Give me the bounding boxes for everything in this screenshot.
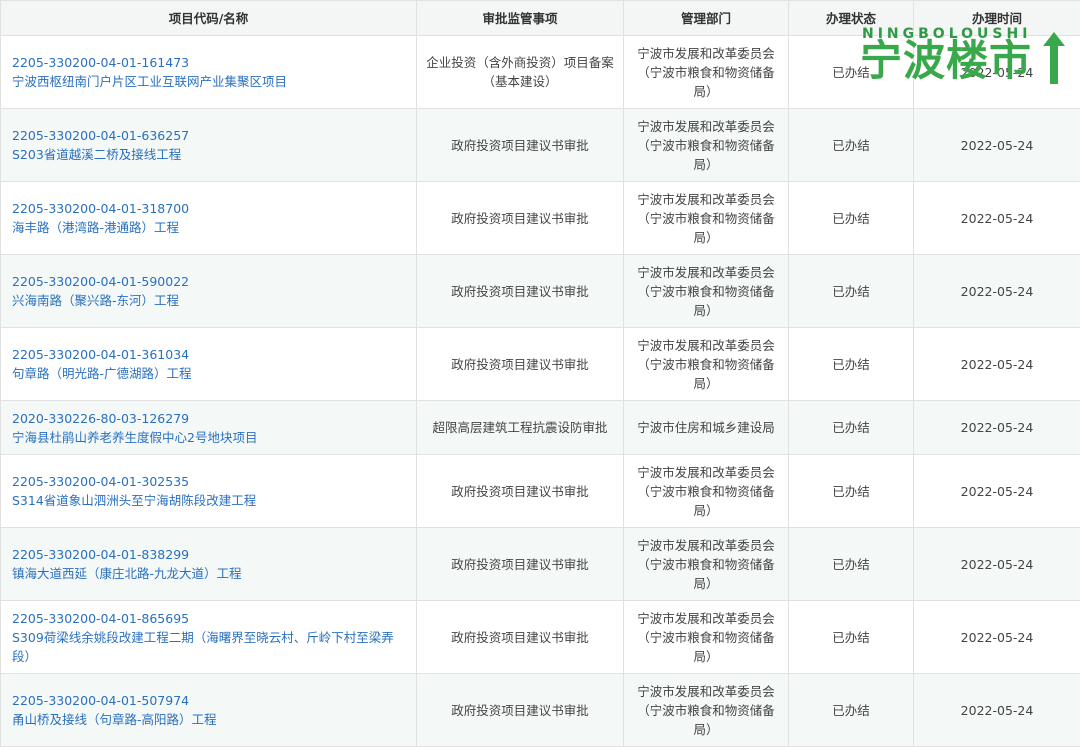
project-code-link[interactable]: 2205-330200-04-01-865695 [12, 609, 408, 628]
department: 宁波市发展和改革委员会（宁波市粮食和物资储备局） [623, 600, 789, 674]
process-date: 2022-05-24 [913, 454, 1080, 528]
approval-item: 政府投资项目建议书审批 [416, 108, 624, 182]
process-date: 2022-05-24 [913, 254, 1080, 328]
project-cell: 2205-330200-04-01-161473 宁波西枢纽南门户片区工业互联网… [0, 35, 417, 109]
status: 已办结 [788, 454, 914, 528]
project-cell: 2205-330200-04-01-865695 S309荷梁线余姚段改建工程二… [0, 600, 417, 674]
project-name-link[interactable]: S309荷梁线余姚段改建工程二期（海曙界至晓云村、斤岭下村至梁弄段） [12, 628, 408, 666]
process-date: 2022-05-24 [913, 400, 1080, 455]
project-code-link[interactable]: 2205-330200-04-01-838299 [12, 545, 408, 564]
project-cell: 2205-330200-04-01-636257 S203省道越溪二桥及接线工程 [0, 108, 417, 182]
status: 已办结 [788, 600, 914, 674]
project-code-link[interactable]: 2205-330200-04-01-302535 [12, 472, 408, 491]
approval-item: 政府投资项目建议书审批 [416, 327, 624, 401]
department: 宁波市发展和改革委员会（宁波市粮食和物资储备局） [623, 327, 789, 401]
status: 已办结 [788, 400, 914, 455]
department: 宁波市发展和改革委员会（宁波市粮食和物资储备局） [623, 454, 789, 528]
project-code-link[interactable]: 2205-330200-04-01-636257 [12, 126, 408, 145]
process-date: 2022-05-24 [913, 181, 1080, 255]
table-row: 2205-330200-04-01-636257 S203省道越溪二桥及接线工程… [0, 108, 1080, 182]
process-date: 2022-05-24 [913, 35, 1080, 109]
department: 宁波市发展和改革委员会（宁波市粮食和物资储备局） [623, 108, 789, 182]
table-row: 2205-330200-04-01-361034 句章路（明光路-广德湖路）工程… [0, 327, 1080, 401]
table-row: 2205-330200-04-01-507974 甬山桥及接线（句章路-高阳路）… [0, 673, 1080, 747]
table-row: 2205-330200-04-01-865695 S309荷梁线余姚段改建工程二… [0, 600, 1080, 674]
process-date: 2022-05-24 [913, 600, 1080, 674]
column-header-project[interactable]: 项目代码/名称 [0, 0, 417, 36]
project-cell: 2205-330200-04-01-361034 句章路（明光路-广德湖路）工程 [0, 327, 417, 401]
project-name-link[interactable]: 宁海县杜鹃山养老养生度假中心2号地块项目 [12, 428, 408, 447]
approval-item: 企业投资（含外商投资）项目备案（基本建设） [416, 35, 624, 109]
project-cell: 2205-330200-04-01-302535 S314省道象山泗洲头至宁海胡… [0, 454, 417, 528]
department: 宁波市发展和改革委员会（宁波市粮食和物资储备局） [623, 527, 789, 601]
department: 宁波市发展和改革委员会（宁波市粮食和物资储备局） [623, 181, 789, 255]
column-header-dept[interactable]: 管理部门 [623, 0, 789, 36]
project-cell: 2205-330200-04-01-838299 镇海大道西延（康庄北路-九龙大… [0, 527, 417, 601]
process-date: 2022-05-24 [913, 327, 1080, 401]
table-header-row: 项目代码/名称 审批监管事项 管理部门 办理状态 办理时间 [0, 0, 1080, 36]
approval-table: 项目代码/名称 审批监管事项 管理部门 办理状态 办理时间 2205-33020… [0, 0, 1080, 747]
process-date: 2022-05-24 [913, 527, 1080, 601]
column-header-date[interactable]: 办理时间 [913, 0, 1080, 36]
status: 已办结 [788, 254, 914, 328]
approval-item: 政府投资项目建议书审批 [416, 673, 624, 747]
column-header-status[interactable]: 办理状态 [788, 0, 914, 36]
project-name-link[interactable]: 海丰路（港湾路-港通路）工程 [12, 218, 408, 237]
table-row: 2205-330200-04-01-318700 海丰路（港湾路-港通路）工程 … [0, 181, 1080, 255]
table-row: 2205-330200-04-01-302535 S314省道象山泗洲头至宁海胡… [0, 454, 1080, 528]
process-date: 2022-05-24 [913, 108, 1080, 182]
project-cell: 2205-330200-04-01-318700 海丰路（港湾路-港通路）工程 [0, 181, 417, 255]
approval-item: 政府投资项目建议书审批 [416, 600, 624, 674]
department: 宁波市住房和城乡建设局 [623, 400, 789, 455]
status: 已办结 [788, 35, 914, 109]
approval-item: 超限高层建筑工程抗震设防审批 [416, 400, 624, 455]
project-code-link[interactable]: 2205-330200-04-01-161473 [12, 53, 408, 72]
department: 宁波市发展和改革委员会（宁波市粮食和物资储备局） [623, 673, 789, 747]
project-cell: 2020-330226-80-03-126279 宁海县杜鹃山养老养生度假中心2… [0, 400, 417, 455]
approval-item: 政府投资项目建议书审批 [416, 454, 624, 528]
project-name-link[interactable]: 句章路（明光路-广德湖路）工程 [12, 364, 408, 383]
column-header-item[interactable]: 审批监管事项 [416, 0, 624, 36]
approval-item: 政府投资项目建议书审批 [416, 181, 624, 255]
project-name-link[interactable]: S203省道越溪二桥及接线工程 [12, 145, 408, 164]
approval-item: 政府投资项目建议书审批 [416, 527, 624, 601]
table-row: 2205-330200-04-01-590022 兴海南路（聚兴路-东河）工程 … [0, 254, 1080, 328]
project-name-link[interactable]: S314省道象山泗洲头至宁海胡陈段改建工程 [12, 491, 408, 510]
department: 宁波市发展和改革委员会（宁波市粮食和物资储备局） [623, 35, 789, 109]
status: 已办结 [788, 527, 914, 601]
project-code-link[interactable]: 2205-330200-04-01-361034 [12, 345, 408, 364]
status: 已办结 [788, 181, 914, 255]
department: 宁波市发展和改革委员会（宁波市粮食和物资储备局） [623, 254, 789, 328]
project-name-link[interactable]: 宁波西枢纽南门户片区工业互联网产业集聚区项目 [12, 72, 408, 91]
project-name-link[interactable]: 镇海大道西延（康庄北路-九龙大道）工程 [12, 564, 408, 583]
status: 已办结 [788, 673, 914, 747]
table-row: 2205-330200-04-01-161473 宁波西枢纽南门户片区工业互联网… [0, 35, 1080, 109]
table-row: 2020-330226-80-03-126279 宁海县杜鹃山养老养生度假中心2… [0, 400, 1080, 455]
project-code-link[interactable]: 2020-330226-80-03-126279 [12, 409, 408, 428]
table-row: 2205-330200-04-01-838299 镇海大道西延（康庄北路-九龙大… [0, 527, 1080, 601]
status: 已办结 [788, 327, 914, 401]
project-cell: 2205-330200-04-01-590022 兴海南路（聚兴路-东河）工程 [0, 254, 417, 328]
project-code-link[interactable]: 2205-330200-04-01-507974 [12, 691, 408, 710]
process-date: 2022-05-24 [913, 673, 1080, 747]
project-cell: 2205-330200-04-01-507974 甬山桥及接线（句章路-高阳路）… [0, 673, 417, 747]
project-name-link[interactable]: 兴海南路（聚兴路-东河）工程 [12, 291, 408, 310]
approval-item: 政府投资项目建议书审批 [416, 254, 624, 328]
status: 已办结 [788, 108, 914, 182]
project-code-link[interactable]: 2205-330200-04-01-318700 [12, 199, 408, 218]
project-name-link[interactable]: 甬山桥及接线（句章路-高阳路）工程 [12, 710, 408, 729]
project-code-link[interactable]: 2205-330200-04-01-590022 [12, 272, 408, 291]
